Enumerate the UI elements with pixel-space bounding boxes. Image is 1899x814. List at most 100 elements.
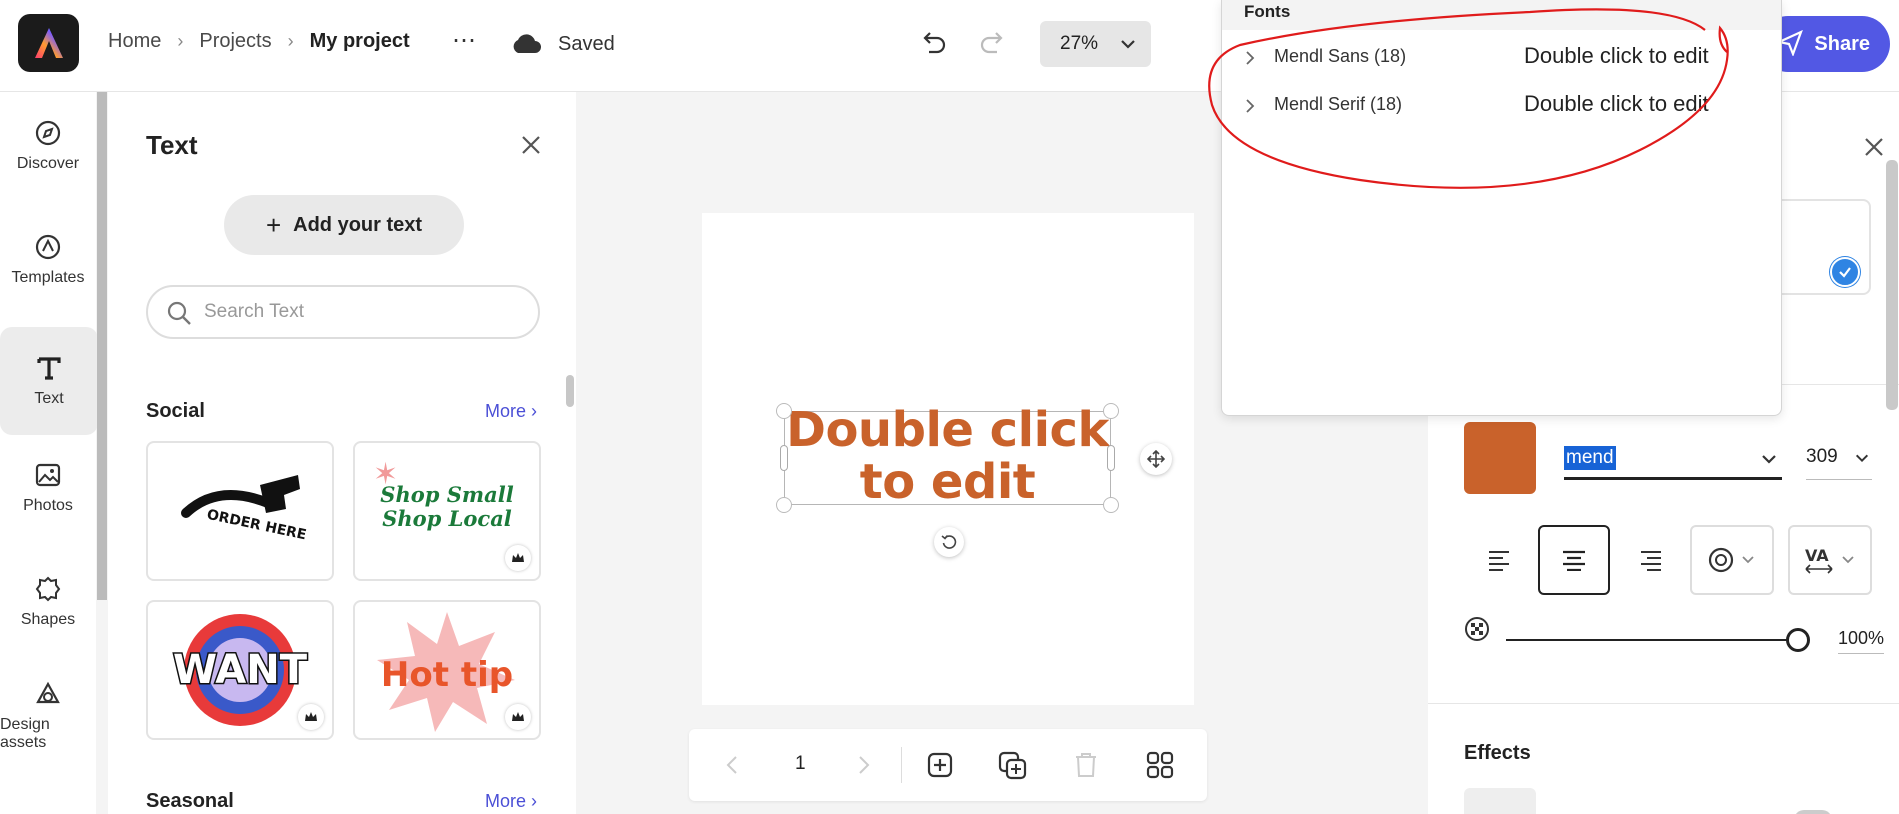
cloud-icon	[510, 32, 542, 59]
canvas-text-element[interactable]: Double click to edit	[784, 404, 1111, 508]
resize-handle-top-left[interactable]	[776, 403, 792, 419]
font-search-input[interactable]: mend	[1564, 440, 1782, 480]
breadcrumb-separator-icon: ›	[287, 31, 294, 51]
seasonal-more-link[interactable]: More ›	[485, 791, 537, 812]
save-status: Saved	[558, 33, 615, 55]
search-input[interactable]: Search Text	[146, 285, 540, 339]
spacing-dropdown[interactable]: VA	[1788, 525, 1872, 595]
rail-scrollbar[interactable]	[97, 92, 107, 600]
undo-icon[interactable]	[918, 28, 948, 63]
opacity-slider[interactable]	[1506, 639, 1796, 641]
text-shape-icon	[1708, 547, 1754, 573]
shapes-icon	[34, 575, 62, 603]
align-center-icon	[1563, 550, 1585, 571]
svg-text:VA: VA	[1805, 546, 1829, 565]
template-tile-shop-small[interactable]: ✶ Shop Small Shop Local	[353, 441, 541, 581]
effect-thumbnail[interactable]	[1464, 788, 1536, 814]
align-left-icon	[1489, 551, 1509, 571]
text-icon	[35, 354, 63, 382]
prev-page-icon[interactable]	[725, 755, 739, 775]
template-tile-hot-tip[interactable]: Hot tip	[353, 600, 541, 740]
divider	[901, 747, 902, 783]
font-size-value: 309	[1806, 446, 1838, 467]
zoom-value: 27%	[1060, 33, 1099, 54]
template-tile-order-here[interactable]: ORDER HERE	[146, 441, 334, 581]
more-label: More	[485, 791, 527, 811]
adobe-express-logo[interactable]	[18, 14, 79, 72]
rail-item-photos[interactable]: Photos	[0, 434, 96, 542]
page-number: 1	[795, 753, 806, 774]
section-title-social: Social	[146, 400, 205, 422]
rotate-icon[interactable]	[934, 527, 964, 557]
font-query: mend	[1564, 446, 1616, 470]
move-icon[interactable]	[1140, 443, 1172, 475]
rail-item-design-assets[interactable]: Design assets	[0, 662, 96, 770]
social-more-link[interactable]: More ›	[485, 401, 537, 422]
checkmark-icon	[1830, 257, 1860, 287]
panel-scrollbar[interactable]	[566, 375, 574, 407]
template-tile-want[interactable]: WANT	[146, 600, 334, 740]
left-rail: Discover Templates Text Photos Shapes De…	[0, 92, 98, 814]
opacity-slider-thumb[interactable]	[1786, 628, 1810, 652]
hot-tip-text: Hot tip	[381, 655, 513, 695]
share-label: Share	[1814, 32, 1870, 55]
rail-item-label: Design assets	[0, 716, 50, 751]
close-icon[interactable]	[520, 134, 542, 156]
page-navigation: 1	[689, 729, 1207, 801]
align-right-button[interactable]	[1614, 525, 1686, 595]
text-color-swatch[interactable]	[1464, 422, 1536, 494]
grid-view-icon[interactable]	[1146, 751, 1174, 779]
align-center-button[interactable]	[1538, 525, 1610, 595]
breadcrumb: Home › Projects › My project	[108, 30, 410, 53]
rail-item-label: Templates	[11, 269, 85, 286]
rail-item-discover[interactable]: Discover	[0, 92, 96, 200]
resize-handle-left[interactable]	[780, 445, 788, 471]
resize-handle-top-right[interactable]	[1103, 403, 1119, 419]
panel-title: Text	[146, 130, 198, 160]
crown-icon	[505, 704, 531, 730]
divider	[1428, 703, 1899, 704]
compass-icon	[34, 119, 62, 147]
canvas-text-line: Double click	[786, 402, 1109, 458]
crown-icon	[298, 704, 324, 730]
letter-spacing-icon: VA	[1805, 546, 1854, 574]
add-text-label: Add your text	[293, 213, 423, 236]
font-size-input[interactable]: 309	[1806, 440, 1872, 480]
resize-handle-bottom-right[interactable]	[1103, 497, 1119, 513]
plus-icon: +	[265, 209, 282, 240]
section-title-seasonal: Seasonal	[146, 790, 234, 812]
project-name[interactable]: My project	[310, 30, 410, 53]
rail-item-templates[interactable]: Templates	[0, 206, 96, 314]
shop-small-text: Shop Small Shop Local	[380, 482, 514, 531]
align-left-button[interactable]	[1464, 525, 1536, 595]
rail-item-label: Photos	[23, 497, 73, 514]
effect-toggle[interactable]	[1794, 810, 1832, 814]
order-text: ORDER HERE	[205, 507, 307, 544]
resize-handle-right[interactable]	[1107, 445, 1115, 471]
want-text: WANT	[173, 647, 308, 693]
resize-handle-bottom-left[interactable]	[776, 497, 792, 513]
rail-item-text[interactable]: Text	[0, 327, 98, 435]
next-page-icon[interactable]	[857, 755, 871, 775]
rail-item-label: Text	[34, 390, 64, 407]
duplicate-page-icon[interactable]	[998, 751, 1028, 781]
breadcrumb-home[interactable]: Home	[108, 30, 161, 53]
delete-page-icon[interactable]	[1073, 751, 1099, 779]
chevron-down-icon[interactable]	[1760, 450, 1778, 468]
templates-icon	[34, 233, 62, 261]
add-your-text-button[interactable]: + Add your text	[224, 195, 464, 255]
chevron-down-icon[interactable]	[1854, 450, 1870, 466]
properties-scrollbar[interactable]	[1886, 160, 1898, 410]
close-icon[interactable]	[1863, 136, 1885, 158]
star-icon: ✶	[373, 458, 399, 491]
zoom-dropdown[interactable]: 27%	[1040, 21, 1151, 67]
search-icon	[167, 301, 191, 325]
order-here-art: ORDER HERE	[181, 475, 308, 544]
redo-icon[interactable]	[978, 28, 1008, 63]
breadcrumb-projects[interactable]: Projects	[199, 30, 271, 53]
add-page-icon[interactable]	[926, 751, 954, 779]
rail-item-shapes[interactable]: Shapes	[0, 548, 96, 656]
more-options-icon[interactable]: ⋯	[452, 26, 477, 55]
opacity-value[interactable]: 100%	[1838, 628, 1885, 654]
text-shape-dropdown[interactable]	[1690, 525, 1774, 595]
